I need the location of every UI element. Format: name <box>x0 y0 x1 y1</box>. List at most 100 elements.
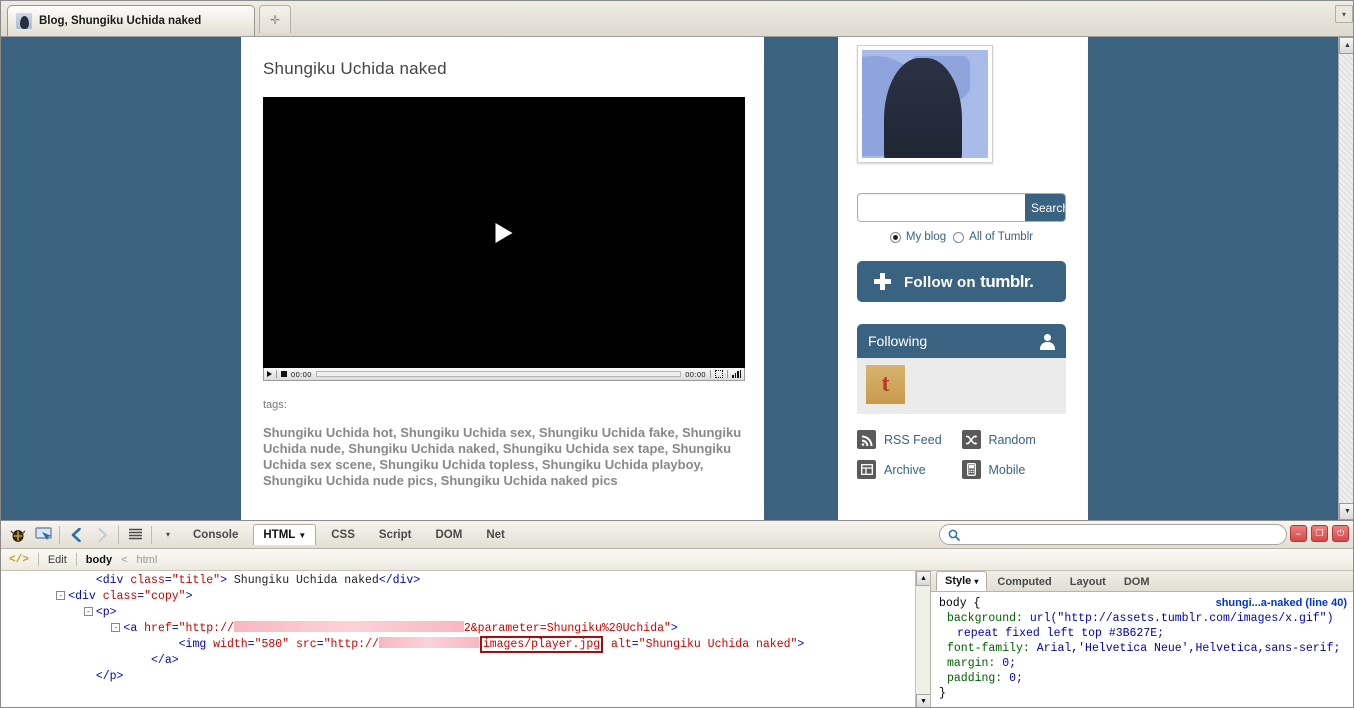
menu-icon[interactable] <box>125 525 145 545</box>
html-source-lines: <div class="title"> Shungiku Uchida nake… <box>1 573 930 685</box>
css-declaration[interactable]: background: url("http://assets.tumblr.co… <box>939 611 1347 641</box>
sidebar-column: Search My blog All of Tumblr Follow on t… <box>838 37 1088 520</box>
play-overlay-icon[interactable] <box>496 223 513 243</box>
page-viewport: Shungiku Uchida naked 00:00 00:00 <box>1 37 1354 520</box>
firebug-search[interactable] <box>939 524 1287 545</box>
fullscreen-icon[interactable] <box>715 370 723 378</box>
browser-window: Blog, Shungiku Uchida naked ✛ ▾ Shungiku… <box>0 0 1354 708</box>
browser-tab-active[interactable]: Blog, Shungiku Uchida naked <box>7 5 255 36</box>
video-screen[interactable] <box>263 97 745 368</box>
style-panel-tabs: Style ▾ Computed Layout DOM <box>931 571 1354 592</box>
tags-label: tags: <box>263 399 764 411</box>
elapsed-time: 00:00 <box>291 370 312 379</box>
tab-style[interactable]: Style ▾ <box>936 571 987 591</box>
following-title: Following <box>868 333 927 349</box>
nav-back-icon[interactable] <box>66 525 86 545</box>
page-title: Shungiku Uchida naked <box>263 59 764 79</box>
css-declaration[interactable]: font-family: Arial,'Helvetica Neue',Helv… <box>939 641 1347 656</box>
page-scrollbar[interactable]: ▲ ▼ <box>1338 37 1354 520</box>
detach-button[interactable]: ❐ <box>1311 525 1328 542</box>
post-content-column: Shungiku Uchida naked 00:00 00:00 <box>241 37 764 520</box>
twisty-toggle[interactable]: - <box>111 623 120 632</box>
scroll-up-button[interactable]: ▲ <box>1339 37 1354 54</box>
code-line[interactable]: <img width="580" src="http://images/play… <box>1 637 930 653</box>
css-declarations: background: url("http://assets.tumblr.co… <box>939 611 1347 686</box>
link-label: Random <box>989 433 1036 447</box>
following-avatar[interactable] <box>866 365 905 404</box>
close-button[interactable]: ⏻ <box>1332 525 1349 542</box>
radio-icon-selected[interactable] <box>890 232 901 243</box>
tab-computed[interactable]: Computed <box>989 573 1059 591</box>
radio-my-blog-label: My blog <box>906 231 946 243</box>
tab-script[interactable]: Script <box>370 525 421 545</box>
link-rss-feed[interactable]: RSS Feed <box>857 430 962 449</box>
chevron-down-icon[interactable]: ▼ <box>298 531 306 540</box>
tab-css[interactable]: CSS <box>322 525 364 545</box>
video-player[interactable]: 00:00 00:00 <box>263 97 745 381</box>
code-line[interactable]: -<div class="copy"> <box>1 589 930 605</box>
breadcrumb-body[interactable]: body <box>86 554 112 566</box>
twisty-toggle[interactable]: - <box>84 607 93 616</box>
sidebar-links: RSS Feed Random Archive <box>857 430 1066 479</box>
stop-icon[interactable] <box>281 371 287 377</box>
mobile-icon <box>962 460 981 479</box>
options-dropdown-icon[interactable]: ▾ <box>158 525 178 545</box>
plus-icon <box>874 273 891 290</box>
breadcrumb-html[interactable]: html <box>137 554 158 566</box>
avatar <box>857 45 993 163</box>
css-source-link[interactable]: shungi...a-naked (line 40) <box>1216 596 1347 611</box>
tab-net[interactable]: Net <box>477 525 514 545</box>
radio-all-tumblr[interactable]: All of Tumblr <box>953 231 1033 243</box>
tab-console[interactable]: Console <box>184 525 247 545</box>
new-tab-button[interactable]: ✛ <box>259 5 291 33</box>
divider <box>38 553 39 566</box>
radio-icon[interactable] <box>953 232 964 243</box>
scroll-up-button[interactable]: ▲ <box>916 571 931 586</box>
minimize-button[interactable]: − <box>1290 525 1307 542</box>
divider <box>276 370 277 378</box>
follow-button[interactable]: Follow on tumblr. <box>857 261 1066 302</box>
code-line[interactable]: </p> <box>1 669 930 685</box>
tab-html[interactable]: HTML ▼ <box>253 524 316 545</box>
tab-dom-style[interactable]: DOM <box>1116 573 1158 591</box>
search-input[interactable] <box>858 194 1025 221</box>
code-icon[interactable]: </> <box>9 554 29 566</box>
shuffle-icon <box>962 430 981 449</box>
scroll-down-button[interactable]: ▼ <box>916 694 931 708</box>
seek-slider[interactable] <box>316 371 681 377</box>
nav-forward-icon[interactable] <box>92 525 112 545</box>
inspect-element-icon[interactable] <box>33 525 53 545</box>
style-panel: Style ▾ Computed Layout DOM shungi...a-n… <box>931 571 1354 708</box>
css-selector: body { <box>939 597 980 610</box>
tab-layout[interactable]: Layout <box>1062 573 1114 591</box>
code-line[interactable]: </a> <box>1 653 930 669</box>
tags-list[interactable]: Shungiku Uchida hot, Shungiku Uchida sex… <box>263 425 742 489</box>
play-icon[interactable] <box>267 371 272 377</box>
volume-icon[interactable] <box>732 370 741 378</box>
firebug-logo-icon[interactable] <box>7 525 27 545</box>
radio-my-blog[interactable]: My blog <box>890 231 946 243</box>
firebug-search-input[interactable] <box>966 528 1278 542</box>
code-line[interactable]: <div class="title"> Shungiku Uchida nake… <box>1 573 930 589</box>
twisty-toggle[interactable]: - <box>56 591 65 600</box>
tab-dom[interactable]: DOM <box>426 525 471 545</box>
css-declaration[interactable]: padding: 0; <box>939 671 1347 686</box>
chevron-down-icon[interactable]: ▾ <box>974 577 978 586</box>
link-archive[interactable]: Archive <box>857 460 962 479</box>
link-mobile[interactable]: Mobile <box>962 460 1067 479</box>
code-line[interactable]: -<p> <box>1 605 930 621</box>
tab-list-menu-button[interactable]: ▾ <box>1335 5 1353 23</box>
css-declaration[interactable]: margin: 0; <box>939 656 1347 671</box>
archive-icon <box>857 460 876 479</box>
radio-all-tumblr-label: All of Tumblr <box>969 231 1033 243</box>
firebug-window-buttons: − ❐ ⏻ <box>1290 525 1349 542</box>
follow-prefix: Follow on <box>904 274 980 291</box>
scroll-down-button[interactable]: ▼ <box>1339 503 1354 520</box>
search-button[interactable]: Search <box>1025 194 1066 221</box>
html-panel-scrollbar[interactable]: ▲ ▼ <box>915 571 930 708</box>
edit-button[interactable]: Edit <box>48 554 67 566</box>
html-source-panel[interactable]: <div class="title"> Shungiku Uchida nake… <box>1 571 931 708</box>
css-rule[interactable]: shungi...a-naked (line 40) body { backgr… <box>931 592 1354 705</box>
link-random[interactable]: Random <box>962 430 1067 449</box>
code-line[interactable]: -<a href="http://2&parameter=Shungiku%20… <box>1 621 930 637</box>
